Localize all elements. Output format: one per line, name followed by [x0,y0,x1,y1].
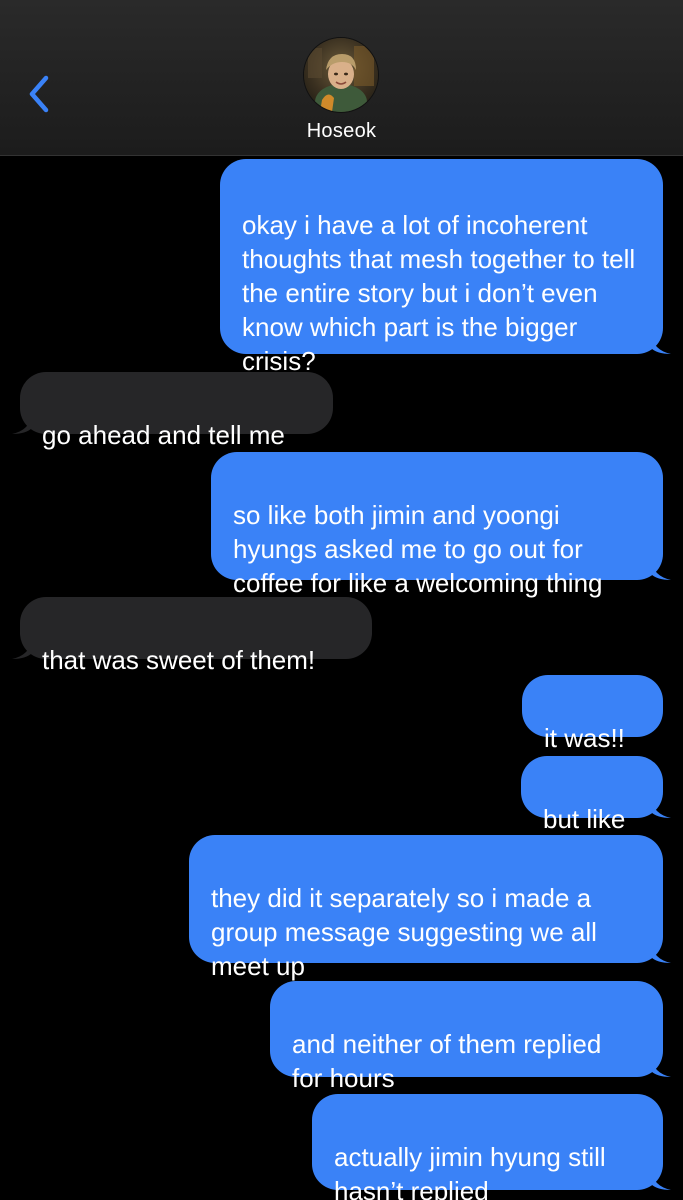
message-text: so like both jimin and yoongi hyungs ask… [233,500,603,598]
received-message-bubble[interactable]: go ahead and tell me [12,372,333,450]
bubble-tail [651,560,671,580]
message-thread: okay i have a lot of incoherent thoughts… [0,155,683,1200]
message-text: okay i have a lot of incoherent thoughts… [242,210,636,376]
back-button[interactable] [22,70,62,120]
message-text: actually jimin hyung still hasn’t replie… [334,1142,606,1200]
message-text: and neither of them replied for hours [292,1029,602,1093]
message-text: go ahead and tell me [42,420,285,450]
contact-avatar[interactable] [304,38,378,112]
sent-message-bubble[interactable]: they did it separately so i made a group… [189,835,671,981]
bubble-tail [12,639,32,659]
conversation-header: Hoseok [0,0,683,156]
sent-message-bubble[interactable]: okay i have a lot of incoherent thoughts… [220,159,671,376]
message-text: but like [543,804,626,834]
bubble-tail [651,798,671,818]
bubble-tail [12,414,32,434]
messages-screen: Hoseok okay i have a lot of incoherent t… [0,0,683,1200]
sent-message-bubble[interactable]: but like [521,756,671,834]
bubble-tail [651,1057,671,1077]
message-text: they did it separately so i made a group… [211,883,597,981]
chevron-left-icon [29,75,49,113]
contact-name[interactable]: Hoseok [0,120,683,143]
bubble-tail [651,943,671,963]
sent-message-bubble[interactable]: actually jimin hyung still hasn’t replie… [312,1094,671,1200]
received-message-bubble[interactable]: that was sweet of them! [12,597,372,675]
sent-message-bubble[interactable]: so like both jimin and yoongi hyungs ask… [211,452,671,598]
avatar-photo [304,38,378,112]
message-text: that was sweet of them! [42,645,316,675]
bubble-tail [651,1170,671,1190]
sent-message-bubble[interactable]: and neither of them replied for hours [270,981,671,1093]
sent-message-bubble[interactable]: it was!! [522,675,663,753]
message-text: it was!! [544,723,625,753]
bubble-tail [651,334,671,354]
